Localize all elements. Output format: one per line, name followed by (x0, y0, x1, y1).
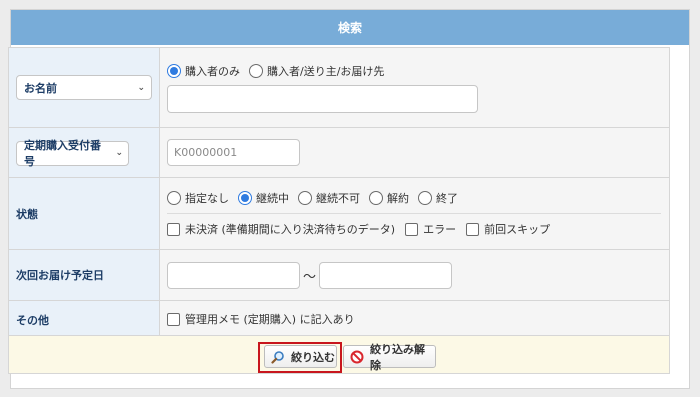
status-radio-ended[interactable]: 終了 (418, 190, 458, 206)
radio-buyer-sender-recipient[interactable]: 購入者/送り主/お届け先 (249, 63, 384, 79)
radio-button-selected[interactable] (167, 63, 181, 78)
status-radio-label: 継続不可 (316, 192, 360, 205)
no-entry-icon (350, 350, 364, 364)
subscription-label-cell: 定期購入受付番号 ⌄ (8, 127, 160, 178)
subscription-select[interactable]: 定期購入受付番号 ⌄ (16, 139, 129, 168)
next-delivery-from-input[interactable] (167, 261, 300, 289)
status-radio-active[interactable]: 継続中 (238, 190, 289, 206)
check-admin-memo-label: 管理用メモ (定期購入) に記入あり (185, 313, 355, 327)
status-divider (167, 213, 661, 214)
radio-button[interactable] (369, 191, 383, 205)
checkbox[interactable] (466, 222, 480, 236)
radio-button-selected[interactable] (238, 191, 252, 205)
radio-button[interactable] (167, 191, 181, 205)
chevron-down-icon: ⌄ (137, 82, 145, 93)
other-label: その他 (8, 300, 160, 340)
status-radio-not-continuable[interactable]: 継続不可 (298, 190, 360, 206)
other-value-cell: 管理用メモ (定期購入) に記入あり (159, 300, 670, 340)
row-next-delivery: 次回お届け予定日 〜 (8, 249, 670, 301)
status-radio-group: 指定なし 継続中 継続不可 解約 終了 (167, 190, 669, 206)
name-type-select[interactable]: お名前 ⌄ (16, 75, 152, 100)
radio-buyer-only[interactable]: 購入者のみ (167, 63, 240, 79)
subscription-select-label: 定期購入受付番号 (24, 139, 101, 169)
name-type-select-label: お名前 (24, 81, 57, 95)
chevron-down-icon: ⌄ (115, 148, 123, 159)
check-admin-memo[interactable]: 管理用メモ (定期購入) に記入あり (167, 311, 355, 327)
status-radio-label: 指定なし (185, 192, 229, 205)
status-radio-cancelled[interactable]: 解約 (369, 190, 409, 206)
checkbox[interactable] (167, 222, 180, 236)
button-row (8, 335, 670, 374)
radio-button[interactable] (298, 191, 312, 205)
check-error-label: エラー (423, 223, 457, 236)
status-label: 状態 (8, 177, 160, 250)
subscription-number-input[interactable] (167, 139, 300, 166)
subscription-value-cell (159, 127, 670, 178)
next-delivery-to-input[interactable] (319, 261, 453, 289)
next-delivery-label: 次回お届け予定日 (8, 249, 160, 301)
check-error[interactable]: エラー (405, 221, 456, 237)
check-previous-skip[interactable]: 前回スキップ (466, 221, 550, 237)
name-value-cell: 購入者のみ 購入者/送り主/お届け先 (159, 47, 670, 128)
check-previous-skip-label: 前回スキップ (484, 223, 551, 236)
radio-buyer-only-label: 購入者のみ (185, 64, 240, 78)
radio-button[interactable] (249, 63, 263, 78)
check-unsettled[interactable]: 未決済 (準備期間に入り決済待ちのデータ) (167, 221, 395, 237)
status-value-cell: 指定なし 継続中 継続不可 解約 終了 未決済 (準備期間に入り決済待ちのデータ… (159, 177, 670, 250)
magnifier-icon (271, 350, 285, 364)
status-radio-label: 解約 (387, 192, 409, 205)
name-input[interactable] (167, 84, 478, 113)
range-separator: 〜 (303, 269, 317, 285)
row-subscription-number: 定期購入受付番号 ⌄ (8, 127, 670, 178)
checkbox[interactable] (167, 312, 180, 326)
checkbox[interactable] (405, 222, 419, 236)
radio-button[interactable] (418, 191, 432, 205)
search-form-table: お名前 ⌄ 購入者のみ 購入者/送り主/お届け先 定期購入受付番号 ⌄ K000… (8, 47, 670, 340)
name-label-cell: お名前 ⌄ (8, 47, 160, 128)
status-radio-unspecified[interactable]: 指定なし (167, 190, 229, 206)
radio-all-label: 購入者/送り主/お届け先 (267, 64, 385, 78)
panel-title: 検索 (11, 10, 689, 45)
filter-button[interactable]: 絞り込む (264, 345, 337, 368)
next-delivery-value-cell: 〜 (159, 249, 670, 301)
filter-button-label: 絞り込む (291, 350, 335, 364)
check-unsettled-label: 未決済 (準備期間に入り決済待ちのデータ) (185, 223, 396, 236)
clear-filter-button-label: 絞り込み解除 (370, 342, 425, 372)
status-check-group: 未決済 (準備期間に入り決済待ちのデータ) エラー 前回スキップ (167, 221, 669, 237)
row-status: 状態 指定なし 継続中 継続不可 解約 終了 未決済 (準備期間に入り決済待ちの… (8, 177, 670, 250)
status-radio-label: 終了 (436, 192, 458, 205)
status-radio-label: 継続中 (256, 192, 289, 205)
clear-filter-button[interactable]: 絞り込み解除 (343, 343, 436, 372)
row-other: その他 管理用メモ (定期購入) に記入あり (8, 300, 670, 340)
row-name: お名前 ⌄ 購入者のみ 購入者/送り主/お届け先 (8, 47, 670, 128)
